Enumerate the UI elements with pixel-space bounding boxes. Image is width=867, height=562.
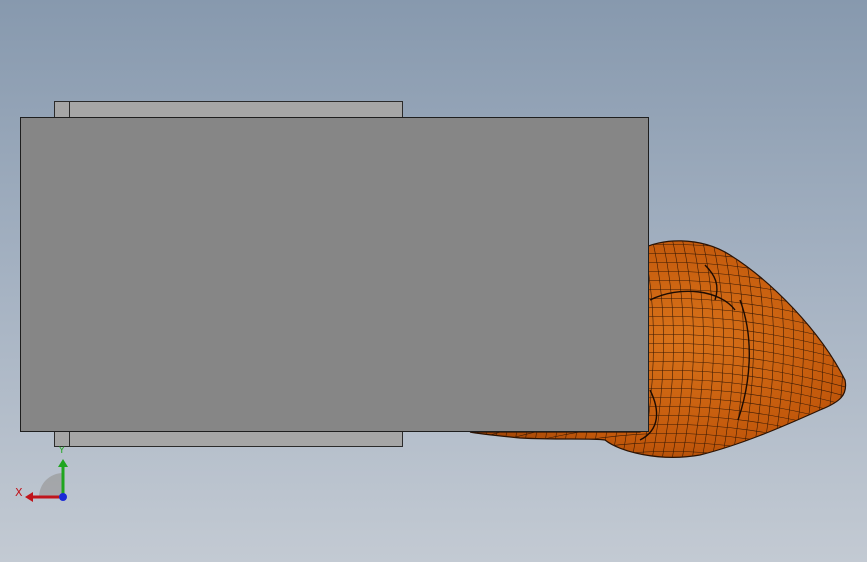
top-flange-edge — [69, 101, 70, 118]
bottom-flange[interactable] — [54, 430, 403, 447]
y-axis-label: Y — [58, 446, 65, 456]
rectangular-block-face[interactable] — [20, 117, 649, 432]
mesh-line — [829, 240, 844, 458]
mesh-line — [470, 460, 860, 495]
mesh-line — [860, 230, 867, 470]
triad-quadrant-shading — [39, 473, 63, 497]
x-axis-arrowhead — [25, 492, 33, 502]
mesh-line — [839, 240, 846, 458]
x-axis-label: X — [15, 486, 23, 499]
mesh-line — [850, 230, 864, 470]
reference-triad[interactable]: X Y — [10, 440, 90, 510]
z-axis-dot — [59, 493, 67, 501]
y-axis-arrowhead — [58, 459, 68, 467]
graphics-viewport[interactable]: X Y — [0, 0, 867, 562]
